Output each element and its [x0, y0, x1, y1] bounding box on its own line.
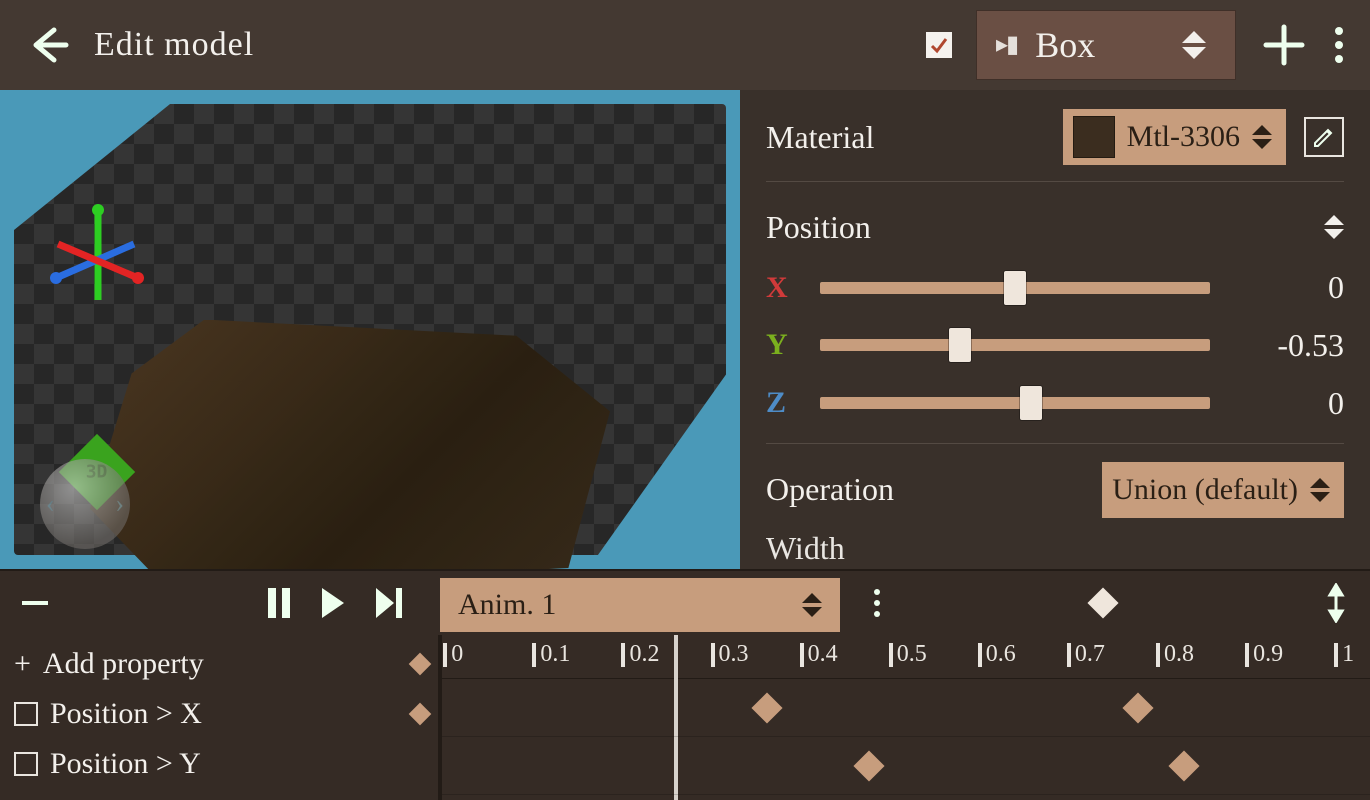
ruler-tick: 0.5 [897, 641, 927, 668]
keyframe-row[interactable] [442, 737, 1370, 795]
track-label: Position > Y [50, 747, 201, 781]
add-property-button[interactable]: + Add property [0, 639, 438, 689]
material-name: Mtl-3306 [1127, 120, 1240, 154]
ruler-tick: 0.1 [540, 641, 570, 668]
divider [766, 181, 1344, 182]
operation-value: Union (default) [1112, 473, 1298, 507]
ruler-tick: 0.6 [986, 641, 1016, 668]
step-forward-button[interactable] [374, 588, 404, 618]
axis-y-label: Y [766, 328, 796, 362]
ruler-tick: 0.7 [1075, 641, 1105, 668]
add-property-label: Add property [43, 647, 204, 681]
sort-arrows-icon [802, 593, 822, 617]
keyframe[interactable] [1122, 692, 1153, 723]
track-checkbox[interactable] [14, 752, 38, 776]
operation-selector[interactable]: Union (default) [1102, 462, 1344, 518]
timeline-menu-icon[interactable] [874, 589, 880, 617]
pause-button[interactable] [266, 588, 292, 618]
top-app-bar: Edit model ▸▮ Box [0, 0, 1370, 90]
playback-controls [0, 588, 440, 618]
sort-arrows-icon [1324, 215, 1344, 239]
viewport-3d[interactable]: 3D [0, 90, 740, 570]
ruler-tick: 0.9 [1253, 641, 1283, 668]
axis-x-label: X [766, 271, 796, 305]
ruler-tick: 1 [1342, 641, 1354, 668]
track-position-y[interactable]: Position > Y [0, 739, 438, 789]
collapse-button[interactable] [22, 601, 48, 605]
width-row: Width [766, 527, 1344, 569]
position-z-row: Z 0 [766, 379, 1344, 427]
position-x-value[interactable]: 0 [1234, 269, 1344, 306]
ruler-tick: 0.8 [1164, 641, 1194, 668]
position-header[interactable]: Position [766, 200, 1344, 254]
track-label: Position > X [50, 697, 202, 731]
position-x-row: X 0 [766, 264, 1344, 312]
axis-z-label: Z [766, 386, 796, 420]
shape-label: Box [1035, 24, 1164, 66]
model-preview[interactable] [90, 320, 610, 570]
animation-name: Anim. 1 [458, 588, 556, 622]
track-list: + Add property Position > X Position > Y [0, 635, 440, 800]
keyframe[interactable] [751, 692, 782, 723]
ruler-tick: 0 [451, 641, 463, 668]
timeline[interactable]: 0 0.1 0.2 0.3 0.4 0.5 0.6 0.7 0.8 0.9 1 [440, 635, 1370, 800]
position-y-value[interactable]: -0.53 [1234, 327, 1344, 364]
keyframe-row[interactable] [442, 679, 1370, 737]
keyframe-icon [409, 653, 432, 676]
sort-arrows-icon [1310, 478, 1330, 502]
selection-checkbox[interactable] [926, 32, 952, 58]
back-arrow-icon[interactable] [24, 22, 70, 68]
keyframe[interactable] [1169, 750, 1200, 781]
position-label: Position [766, 209, 871, 246]
plus-icon: + [14, 647, 31, 681]
ruler-tick: 0.4 [808, 641, 838, 668]
material-selector[interactable]: Mtl-3306 [1063, 109, 1286, 165]
animation-selector[interactable]: Anim. 1 [440, 578, 840, 632]
shape-selector[interactable]: ▸▮ Box [976, 10, 1236, 80]
divider [766, 443, 1344, 444]
properties-panel: Material Mtl-3306 Position X 0 Y -0 [740, 90, 1370, 570]
position-z-value[interactable]: 0 [1234, 385, 1344, 422]
edit-material-button[interactable] [1304, 117, 1344, 157]
operation-row: Operation Union (default) [766, 462, 1344, 518]
time-ruler[interactable]: 0 0.1 0.2 0.3 0.4 0.5 0.6 0.7 0.8 0.9 1 [442, 635, 1370, 679]
material-row: Material Mtl-3306 [766, 110, 1344, 166]
play-button[interactable] [320, 588, 346, 618]
material-label: Material [766, 119, 874, 156]
main-area: 3D Material Mtl-3306 Position X 0 [0, 90, 1370, 570]
ruler-tick: 0.2 [629, 641, 659, 668]
keyframe-icon [409, 703, 432, 726]
overflow-menu-icon[interactable] [1332, 21, 1346, 69]
operation-label: Operation [766, 471, 894, 508]
keyframe-marker-icon[interactable] [1087, 588, 1118, 619]
vertical-resize-icon[interactable] [1326, 583, 1346, 623]
ruler-tick: 0.3 [719, 641, 749, 668]
position-y-row: Y -0.53 [766, 322, 1344, 370]
add-button[interactable] [1260, 21, 1308, 69]
material-swatch-icon [1073, 116, 1115, 158]
track-position-x[interactable]: Position > X [0, 689, 438, 739]
width-label: Width [766, 530, 845, 567]
dock-body: + Add property Position > X Position > Y… [0, 635, 1370, 800]
keyframe[interactable] [853, 750, 884, 781]
track-checkbox[interactable] [14, 702, 38, 726]
position-y-slider[interactable] [820, 339, 1210, 351]
shape-type-icon: ▸▮ [996, 30, 1017, 59]
timeline-corner-tools [846, 583, 1370, 623]
position-z-slider[interactable] [820, 397, 1210, 409]
position-x-slider[interactable] [820, 282, 1210, 294]
dock-toolbar: Anim. 1 [0, 571, 1370, 635]
sort-arrows-icon [1252, 125, 1272, 149]
timeline-dock: Anim. 1 + Add property Position > X [0, 569, 1370, 800]
page-title: Edit model [94, 26, 254, 64]
orbit-joystick[interactable] [40, 459, 130, 549]
sort-arrows-icon [1182, 31, 1206, 59]
